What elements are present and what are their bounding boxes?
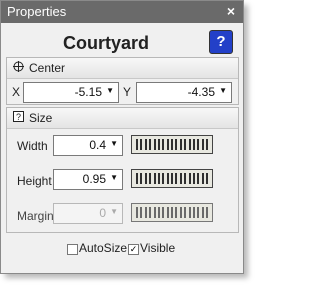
close-icon[interactable]: × [227, 3, 235, 19]
svg-text:?: ? [16, 112, 21, 122]
size-header[interactable]: ? Size [7, 108, 238, 129]
width-value: 0.4 [89, 138, 106, 152]
x-label: X [12, 85, 21, 99]
autosize-label[interactable]: AutoSize [79, 241, 127, 255]
margin-slider [131, 203, 213, 222]
margin-label: Margin [17, 209, 54, 223]
margin-value: 0 [99, 206, 106, 220]
width-field[interactable]: 0.4 ▼ [53, 135, 123, 156]
object-name: Courtyard [62, 33, 149, 53]
center-section: Center X -5.15 ▼ Y -4.35 ▼ [6, 57, 239, 105]
help-button[interactable]: ? [209, 30, 233, 54]
properties-panel: Properties × Courtyard ? Center X -5.15 … [0, 0, 244, 274]
x-field[interactable]: -5.15 ▼ [23, 82, 119, 103]
width-label: Width [17, 139, 48, 153]
height-dropdown-arrow-icon[interactable]: ▼ [110, 173, 118, 182]
visible-checkbox[interactable]: ✓ [128, 244, 139, 255]
size-header-label: Size [29, 111, 53, 125]
title-bar[interactable]: Properties × [1, 1, 243, 23]
window-title: Properties [7, 4, 67, 19]
visible-label[interactable]: Visible [140, 241, 175, 255]
autosize-checkbox[interactable] [67, 244, 78, 255]
margin-dropdown-arrow-icon: ▼ [110, 207, 118, 216]
center-header-label: Center [29, 61, 66, 75]
height-value: 0.95 [82, 172, 106, 186]
height-label: Height [17, 174, 52, 188]
width-dropdown-arrow-icon[interactable]: ▼ [110, 139, 118, 148]
x-value: -5.15 [74, 85, 102, 99]
y-dropdown-arrow-icon[interactable]: ▼ [219, 86, 227, 95]
y-field[interactable]: -4.35 ▼ [136, 82, 232, 103]
size-section: ? Size Width 0.4 ▼ Height 0.95 ▼ Margin … [6, 107, 239, 233]
margin-field: 0 ▼ [53, 203, 123, 224]
crosshair-icon [13, 61, 24, 72]
x-dropdown-arrow-icon[interactable]: ▼ [106, 86, 114, 95]
size-box-icon: ? [13, 111, 24, 122]
y-value: -4.35 [187, 85, 215, 99]
center-header[interactable]: Center [7, 58, 238, 79]
width-slider[interactable] [131, 135, 213, 154]
height-field[interactable]: 0.95 ▼ [53, 169, 123, 190]
y-label: Y [123, 85, 132, 99]
height-slider[interactable] [131, 169, 213, 188]
